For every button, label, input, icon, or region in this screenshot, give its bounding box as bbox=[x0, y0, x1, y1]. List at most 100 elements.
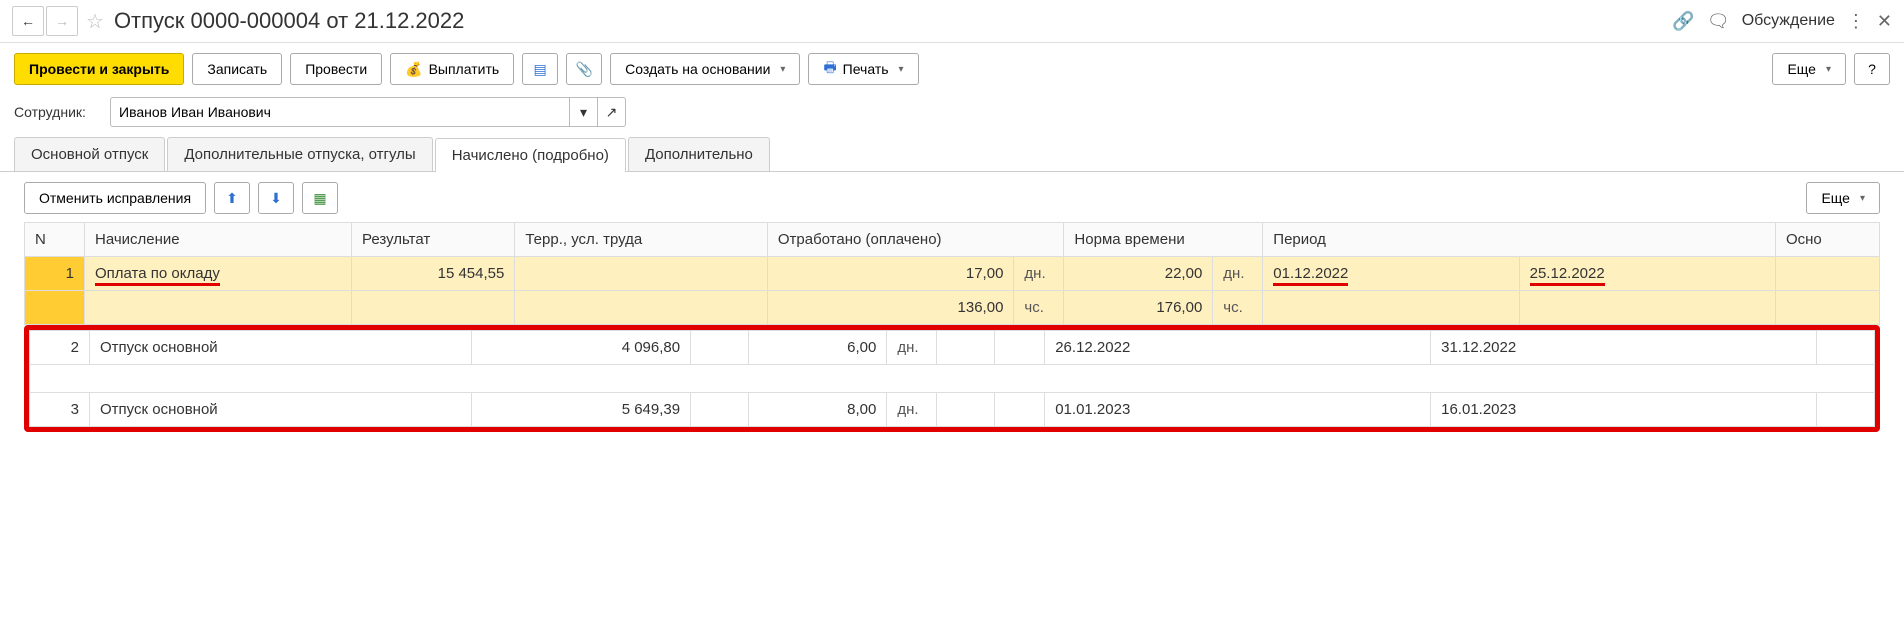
tab-extra[interactable]: Дополнительно bbox=[628, 137, 770, 171]
col-worked[interactable]: Отработано (оплачено) bbox=[767, 223, 1064, 257]
cell-norm-unit: дн. bbox=[1213, 257, 1263, 291]
chat-icon[interactable]: 🗨 bbox=[1707, 11, 1730, 32]
cell-worked: 6,00 bbox=[748, 331, 886, 365]
col-result[interactable]: Результат bbox=[352, 223, 515, 257]
cell-result: 15 454,55 bbox=[352, 257, 515, 291]
cancel-corrections-button[interactable]: Отменить исправления bbox=[24, 182, 206, 214]
header-actions: 🔗 🗨 Обсуждение ⋮ ✕ bbox=[1672, 11, 1892, 32]
cell-period-end: 25.12.2022 bbox=[1519, 257, 1775, 291]
post-and-close-button[interactable]: Провести и закрыть bbox=[14, 53, 184, 85]
tab-accrued-detail[interactable]: Начислено (подробно) bbox=[435, 138, 626, 172]
employee-field[interactable] bbox=[110, 97, 570, 127]
close-icon[interactable]: ✕ bbox=[1877, 11, 1892, 32]
print-button[interactable]: 🖶 Печать bbox=[808, 53, 918, 85]
cell-osn bbox=[1775, 257, 1879, 291]
cell-period-end: 16.01.2023 bbox=[1431, 393, 1817, 427]
col-period[interactable]: Период bbox=[1263, 223, 1776, 257]
cell-norm-h: 176,00 bbox=[1064, 291, 1213, 325]
cell-norm-unit-h: чс. bbox=[1213, 291, 1263, 325]
accrual-table-rest: 2 Отпуск основной 4 096,80 6,00 дн. 26.1… bbox=[29, 330, 1875, 427]
cell-norm-unit bbox=[995, 331, 1045, 365]
tabs: Основной отпуск Дополнительные отпуска, … bbox=[0, 137, 1904, 172]
cell-terr bbox=[691, 393, 749, 427]
table-row-sub[interactable] bbox=[30, 365, 1875, 393]
cell-result: 5 649,39 bbox=[472, 393, 691, 427]
move-down-button[interactable]: ⬇ bbox=[258, 182, 294, 214]
cell-terr bbox=[691, 331, 749, 365]
col-norm[interactable]: Норма времени bbox=[1064, 223, 1263, 257]
help-button[interactable]: ? bbox=[1854, 53, 1890, 85]
table-toolbar: Отменить исправления ⬆ ⬇ ▦ Еще bbox=[0, 172, 1904, 222]
cell-norm-unit bbox=[995, 393, 1045, 427]
cell-n: 1 bbox=[25, 257, 85, 291]
post-button[interactable]: Провести bbox=[290, 53, 382, 85]
back-button[interactable]: ← bbox=[12, 6, 44, 36]
nav-buttons: ← → bbox=[12, 6, 78, 36]
cell-n bbox=[25, 291, 85, 325]
cell-period-start bbox=[1263, 291, 1519, 325]
table-row[interactable]: 3 Отпуск основной 5 649,39 8,00 дн. 01.0… bbox=[30, 393, 1875, 427]
cell-norm: 22,00 bbox=[1064, 257, 1213, 291]
cell-osn bbox=[1817, 393, 1875, 427]
favorite-icon[interactable]: ☆ bbox=[86, 9, 104, 34]
attach-button[interactable]: 📎 bbox=[566, 53, 602, 85]
more-button[interactable]: Еще bbox=[1772, 53, 1846, 85]
employee-row: Сотрудник: ▾ ↗ bbox=[0, 93, 1904, 137]
cell-n: 3 bbox=[30, 393, 90, 427]
cell-terr bbox=[515, 257, 768, 291]
employee-open-button[interactable]: ↗ bbox=[598, 97, 626, 127]
cell-worked-unit: дн. bbox=[1014, 257, 1064, 291]
cell-accrual: Оплата по окладу bbox=[85, 257, 352, 291]
add-column-button[interactable]: ▦ bbox=[302, 182, 338, 214]
cell-accrual: Отпуск основной bbox=[90, 331, 472, 365]
cell-worked-h: 136,00 bbox=[767, 291, 1014, 325]
cell-n: 2 bbox=[30, 331, 90, 365]
kebab-icon[interactable]: ⋮ bbox=[1847, 11, 1865, 32]
table-row[interactable]: 2 Отпуск основной 4 096,80 6,00 дн. 26.1… bbox=[30, 331, 1875, 365]
col-n[interactable]: N bbox=[25, 223, 85, 257]
col-osn[interactable]: Осно bbox=[1775, 223, 1879, 257]
cell-result bbox=[352, 291, 515, 325]
currency-icon: 💰 bbox=[405, 61, 422, 78]
list-icon-button[interactable]: ▤ bbox=[522, 53, 558, 85]
cell-period-start: 01.12.2022 bbox=[1263, 257, 1519, 291]
main-toolbar: Провести и закрыть Записать Провести 💰 В… bbox=[0, 43, 1904, 93]
cell-norm bbox=[937, 393, 995, 427]
cell-period-end bbox=[1519, 291, 1775, 325]
employee-label: Сотрудник: bbox=[14, 104, 102, 120]
discuss-link[interactable]: Обсуждение bbox=[1742, 12, 1835, 30]
cell-norm bbox=[937, 331, 995, 365]
cell-worked-unit: дн. bbox=[887, 331, 937, 365]
table-row[interactable]: 1 Оплата по окладу 15 454,55 17,00 дн. 2… bbox=[25, 257, 1880, 291]
payout-button[interactable]: 💰 Выплатить bbox=[390, 53, 514, 85]
cell-worked-unit-h: чс. bbox=[1014, 291, 1064, 325]
cell-terr bbox=[515, 291, 768, 325]
cell-accrual: Отпуск основной bbox=[90, 393, 472, 427]
tab-main-leave[interactable]: Основной отпуск bbox=[14, 137, 165, 171]
print-label: Печать bbox=[843, 61, 889, 77]
move-up-button[interactable]: ⬆ bbox=[214, 182, 250, 214]
col-accrual[interactable]: Начисление bbox=[85, 223, 352, 257]
create-based-on-button[interactable]: Создать на основании bbox=[610, 53, 800, 85]
employee-dropdown-button[interactable]: ▾ bbox=[570, 97, 598, 127]
employee-input-group: ▾ ↗ bbox=[110, 97, 626, 127]
cell-period-end: 31.12.2022 bbox=[1431, 331, 1817, 365]
cell-accrual bbox=[85, 291, 352, 325]
table-more-button[interactable]: Еще bbox=[1806, 182, 1880, 214]
page-title: Отпуск 0000-000004 от 21.12.2022 bbox=[114, 8, 1672, 34]
tab-additional-leave[interactable]: Дополнительные отпуска, отгулы bbox=[167, 137, 432, 171]
save-button[interactable]: Записать bbox=[192, 53, 282, 85]
payout-label: Выплатить bbox=[429, 61, 500, 77]
link-icon[interactable]: 🔗 bbox=[1672, 11, 1694, 32]
col-terr[interactable]: Терр., усл. труда bbox=[515, 223, 768, 257]
cell-period-start: 01.01.2023 bbox=[1045, 393, 1431, 427]
paperclip-icon: 📎 bbox=[575, 61, 592, 78]
table-add-icon: ▦ bbox=[313, 190, 326, 207]
cell-period-start: 26.12.2022 bbox=[1045, 331, 1431, 365]
arrow-down-icon: ⬇ bbox=[270, 190, 282, 207]
table-row-sub[interactable]: 136,00 чс. 176,00 чс. bbox=[25, 291, 1880, 325]
accrual-table-wrap: N Начисление Результат Терр., усл. труда… bbox=[0, 222, 1904, 432]
forward-button[interactable]: → bbox=[46, 6, 78, 36]
accrual-table: N Начисление Результат Терр., усл. труда… bbox=[24, 222, 1880, 325]
window-header: ← → ☆ Отпуск 0000-000004 от 21.12.2022 🔗… bbox=[0, 0, 1904, 43]
